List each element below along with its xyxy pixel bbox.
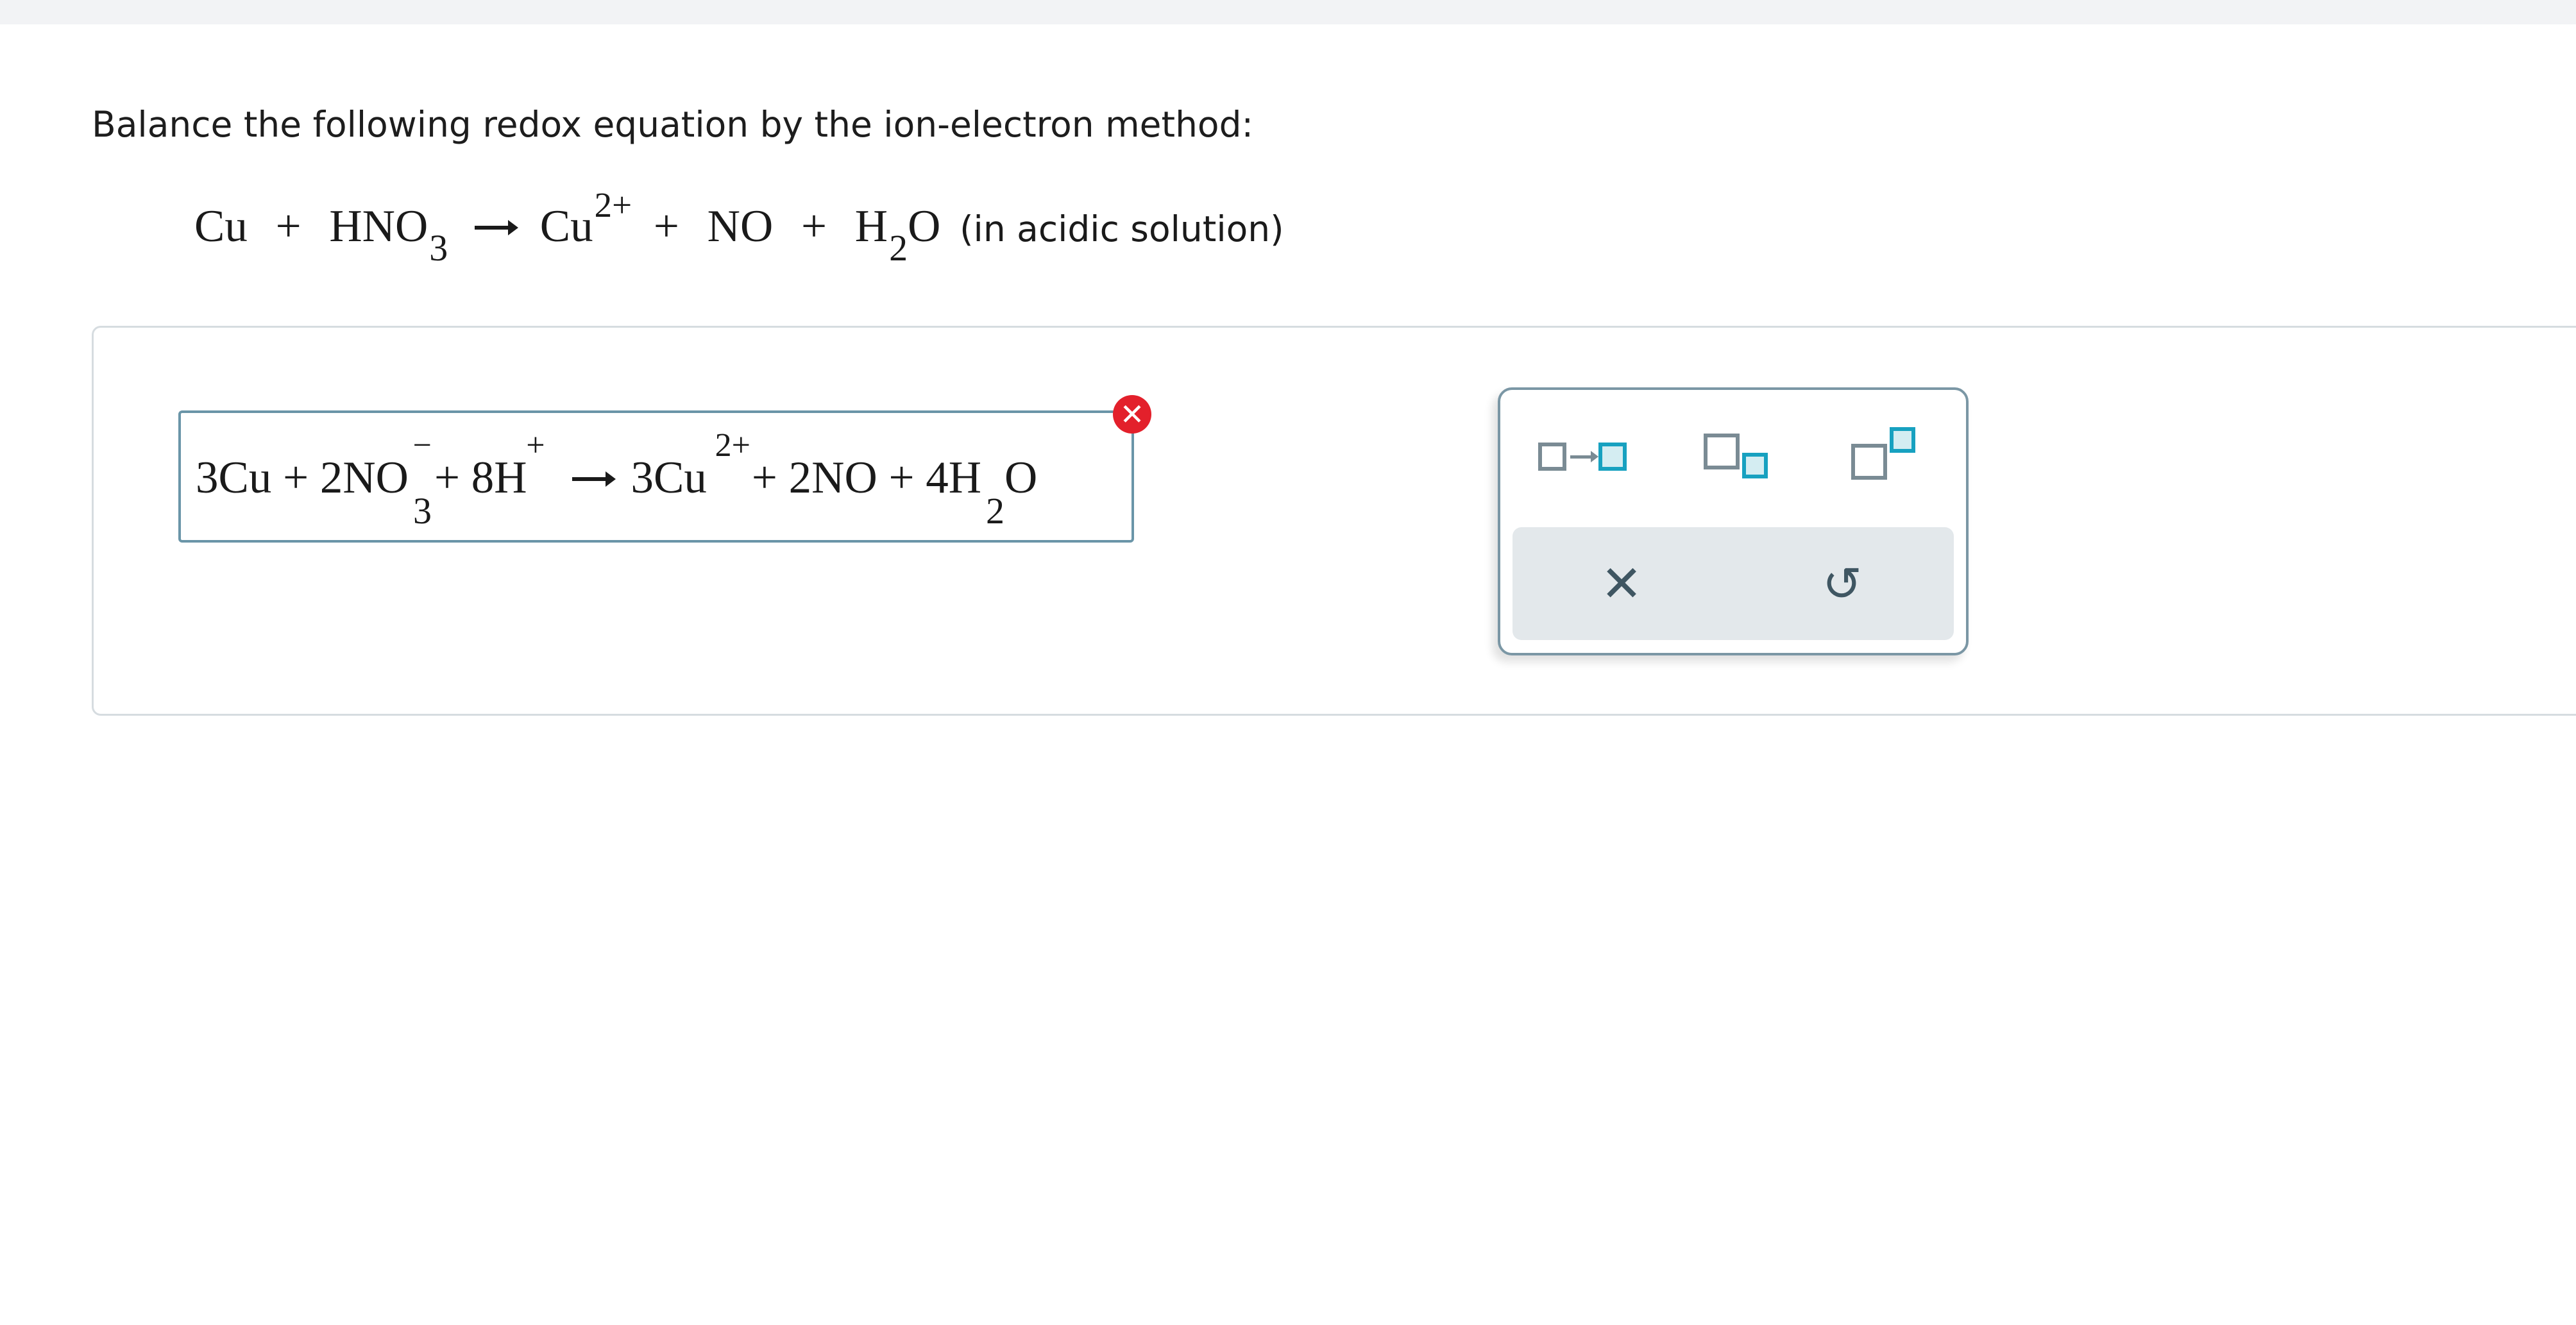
given-equation: Cu + HNO3 Cu2+ + NO + H2O (in acidic sol…: [194, 185, 1284, 269]
superscript-tool-button[interactable]: [1835, 410, 1937, 500]
cu-ion-charge: 2+: [715, 427, 750, 464]
error-icon: ✕: [1113, 395, 1151, 434]
answer-3cu: 3Cu: [631, 453, 707, 503]
product-no: NO: [707, 201, 774, 251]
answer-cu-no: 3Cu + 2NO: [196, 453, 409, 503]
subscript-box-icon: [1742, 453, 1768, 478]
superscript-icon: [1851, 444, 1887, 480]
plus-sign: +: [275, 201, 301, 251]
product-cu-ion: Cu2+: [539, 185, 632, 251]
undo-icon: ↺: [1822, 557, 1862, 612]
product-water: H2O: [854, 201, 941, 269]
reaction-arrow-icon: [572, 471, 616, 487]
clear-button[interactable]: ✕: [1557, 536, 1686, 632]
answer-water-o: O: [1004, 453, 1038, 503]
box-icon: [1538, 443, 1566, 471]
subscript-icon: [1704, 434, 1740, 469]
answer-term-hydrogen: + 8H +: [434, 427, 545, 507]
answer-term-cu-ion: 3Cu 2+: [631, 427, 750, 507]
reactant-cu: Cu: [194, 201, 248, 251]
subscript-tool-button[interactable]: [1683, 410, 1786, 500]
box-icon: [1598, 443, 1627, 471]
arrow-shaft-icon: [1570, 455, 1593, 459]
answer-term-nitrate: 3Cu + 2NO 3 −: [196, 427, 432, 532]
arrow-head-icon: [1591, 451, 1598, 462]
reaction-arrow-icon: [474, 220, 518, 235]
cu-ion-base: Cu: [539, 201, 593, 251]
plus-sign: +: [801, 201, 827, 251]
hno3-subscript: 3: [429, 227, 448, 269]
water-h: H: [854, 201, 888, 251]
nitrate-charge: −: [412, 427, 432, 464]
top-bar: [0, 0, 2576, 24]
reactant-hno3: HNO3: [329, 201, 448, 269]
water-o: O: [908, 201, 941, 251]
superscript-box-icon: [1890, 427, 1915, 453]
water-subscript: 2: [889, 227, 908, 269]
answer-term-water: + 2NO + 4H 2: [751, 449, 1004, 532]
plus-sign: +: [653, 201, 679, 251]
undo-button[interactable]: ↺: [1778, 536, 1906, 632]
answer-no-h: + 2NO + 4H: [751, 453, 982, 503]
cu-ion-charge: 2+: [594, 185, 632, 224]
nitrate-subscript: 3: [412, 490, 432, 532]
condition-text: (in acidic solution): [960, 208, 1284, 249]
answer-8h: + 8H: [434, 453, 527, 503]
hno3-base: HNO: [329, 201, 428, 251]
water-subscript: 2: [986, 490, 1005, 532]
reaction-arrow-tool-button[interactable]: [1523, 410, 1627, 500]
hydrogen-charge: +: [526, 427, 545, 464]
question-prompt: Balance the following redox equation by …: [92, 104, 1254, 145]
clear-icon: ✕: [1600, 555, 1643, 613]
answer-equation[interactable]: 3Cu + 2NO 3 − + 8H + 3Cu 2+ + 2NO + 4H 2…: [196, 427, 1038, 532]
